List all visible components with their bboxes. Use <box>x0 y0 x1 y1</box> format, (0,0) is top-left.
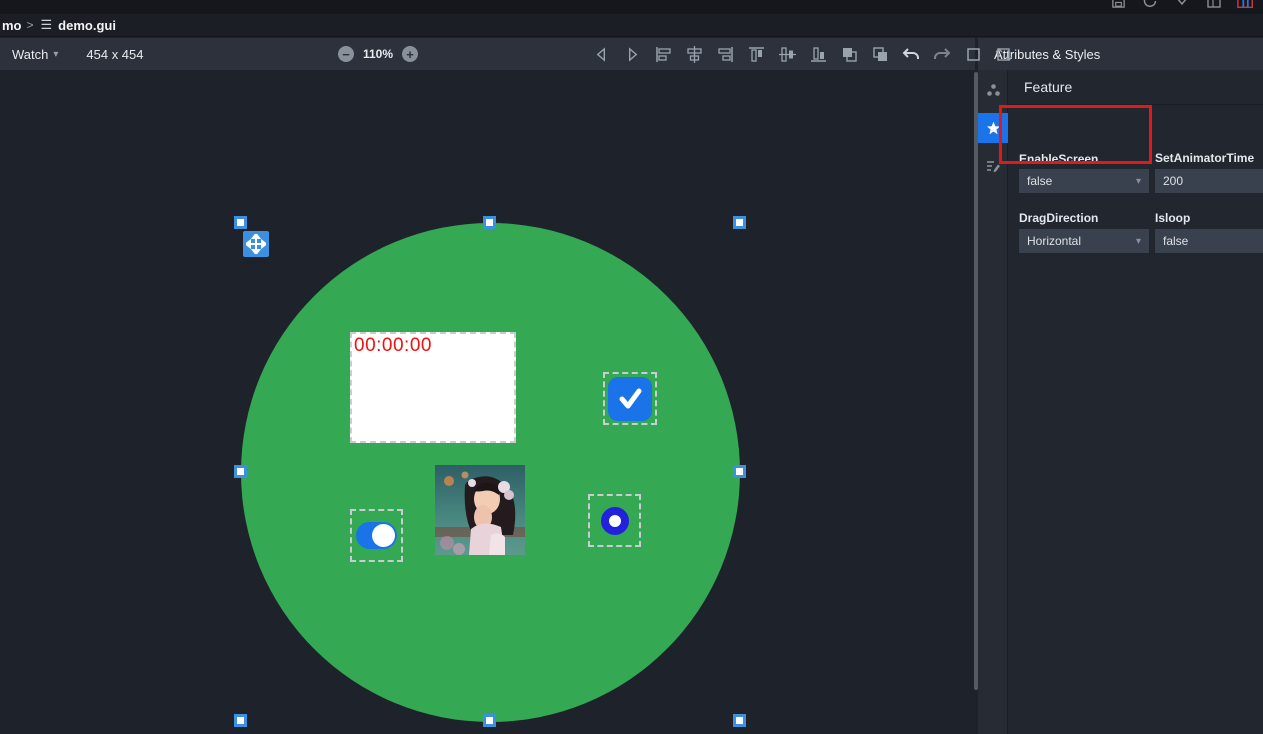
align-right-icon[interactable] <box>716 45 734 63</box>
breadcrumb-trail[interactable]: mo <box>2 18 22 33</box>
nodes-icon[interactable] <box>978 75 1008 105</box>
canvas-size-label: 454 x 454 <box>86 46 144 62</box>
style-edit-icon[interactable] <box>978 151 1008 181</box>
panel-tab-strip <box>978 70 1008 734</box>
align-top-icon[interactable] <box>747 45 765 63</box>
align-center-vertical-icon[interactable] <box>778 45 796 63</box>
property-label-enablescreen: EnableScreen... <box>1019 152 1109 166</box>
align-left-icon[interactable] <box>654 45 672 63</box>
columns-icon[interactable] <box>1205 0 1223 10</box>
clock-text: 00:00:00 <box>354 335 432 356</box>
selection-handle-mid-left[interactable] <box>234 465 247 478</box>
property-label-setanimatortime: SetAnimatorTime <box>1155 151 1255 165</box>
star-icon[interactable] <box>978 113 1008 143</box>
image-widget[interactable] <box>435 465 525 555</box>
align-bottom-icon[interactable] <box>809 45 827 63</box>
transform-icon[interactable] <box>995 45 1013 63</box>
selection-handle-top-left[interactable] <box>234 216 247 229</box>
editor-toolbar: Watch ▾ 454 x 454 − 110% + <box>0 38 1013 70</box>
selection-handle-bottom-center[interactable] <box>483 714 496 727</box>
zoom-controls: − 110% + <box>338 46 419 62</box>
toggle-widget[interactable] <box>350 509 403 562</box>
checkbox-checked-icon <box>608 376 652 421</box>
chevron-down-icon: ▾ <box>53 48 59 60</box>
isloop-input[interactable]: false <box>1155 229 1263 253</box>
canvas-vertical-scrollbar[interactable] <box>974 72 978 690</box>
toolbar-actions <box>592 45 1013 63</box>
app-window: mo > ☰ demo.gui Watch ▾ 454 x 454 − 110%… <box>0 0 1263 734</box>
redo-icon[interactable] <box>933 45 951 63</box>
refresh-icon[interactable] <box>1141 0 1159 10</box>
zoom-in-button[interactable]: + <box>402 46 419 62</box>
bring-forward-icon[interactable] <box>840 45 858 63</box>
radio-widget[interactable] <box>588 494 641 547</box>
send-backward-icon[interactable] <box>871 45 889 63</box>
zoom-level: 110% <box>363 47 394 61</box>
property-label-dragdirection: DragDirection <box>1019 211 1099 225</box>
selection-handle-bottom-left[interactable] <box>234 714 247 727</box>
property-label-isloop: Isloop <box>1155 211 1191 225</box>
chevron-down-icon: ▾ <box>1135 175 1141 187</box>
chevron-down-icon: ▾ <box>1135 235 1141 247</box>
checkbox-widget[interactable] <box>603 372 657 425</box>
panel-body: Feature EnableScreen... false ▾ SetAnima… <box>978 70 1263 734</box>
breadcrumb: mo > ☰ demo.gui <box>0 14 1263 37</box>
radio-selected-icon <box>600 506 629 535</box>
selection-handle-mid-right[interactable] <box>733 465 746 478</box>
prev-icon[interactable] <box>592 45 610 63</box>
move-icon <box>246 234 266 254</box>
panel-title: Attributes & Styles <box>978 38 1263 70</box>
selection-box-icon[interactable] <box>964 45 982 63</box>
zoom-out-button[interactable]: − <box>338 46 354 62</box>
move-handle[interactable] <box>243 231 269 257</box>
toggle-on-icon <box>356 522 397 549</box>
chevron-down-icon[interactable] <box>1173 0 1191 10</box>
open-file-name[interactable]: demo.gui <box>58 18 116 33</box>
device-selector[interactable]: Watch ▾ <box>12 47 58 62</box>
breadcrumb-separator: > <box>26 18 34 32</box>
clock-widget[interactable]: 00:00:00 <box>350 332 516 443</box>
titlebar <box>0 0 1263 14</box>
dragdirection-dropdown[interactable]: Horizontal ▾ <box>1019 229 1149 253</box>
design-canvas[interactable]: 00:00:00 <box>0 70 977 734</box>
undo-icon[interactable] <box>902 45 920 63</box>
hamburger-icon: ☰ <box>40 17 53 32</box>
setanimatortime-input[interactable]: 200 <box>1155 169 1263 193</box>
selection-handle-bottom-right[interactable] <box>733 714 746 727</box>
girl-photo-image <box>435 465 525 555</box>
attributes-panel: Attributes & Styles Feature EnableScreen… <box>978 38 1263 734</box>
feature-section-header[interactable]: Feature <box>1008 70 1263 105</box>
selection-handle-top-right[interactable] <box>733 216 746 229</box>
feature-section-title: Feature <box>1024 79 1073 95</box>
align-center-horizontal-icon[interactable] <box>685 45 703 63</box>
device-selector-label: Watch <box>12 46 49 62</box>
selection-handle-top-center[interactable] <box>483 216 496 229</box>
save-icon[interactable] <box>1109 0 1127 10</box>
next-icon[interactable] <box>623 45 641 63</box>
enablescreen-dropdown[interactable]: false ▾ <box>1019 169 1149 193</box>
split-view-icon[interactable] <box>1237 0 1255 10</box>
